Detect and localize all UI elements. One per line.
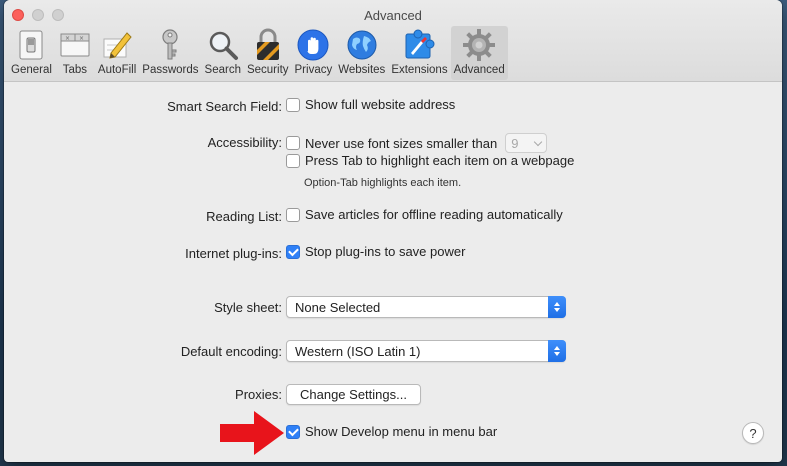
safari-preferences-window: Advanced General × × Tabs AutoFill Passw… [4, 0, 782, 462]
style-sheet-label: Style sheet: [214, 300, 282, 315]
tab-extensions[interactable]: Extensions [388, 26, 450, 80]
puzzle-icon [402, 28, 436, 62]
min-font-size-option[interactable]: Never use font sizes smaller than 9 [286, 133, 548, 153]
tab-search[interactable]: Search [202, 26, 244, 80]
accessibility-label: Accessibility: [207, 135, 282, 150]
padlock-icon [251, 28, 285, 62]
tab-highlight-row: Press Tab to highlight each item on a we… [4, 153, 782, 173]
reading-list-row: Reading List: Save articles for offline … [4, 207, 782, 227]
encoding-select[interactable]: Western (ISO Latin 1) [286, 340, 566, 362]
tabs-icon: × × [58, 28, 92, 62]
svg-text:×: × [65, 35, 70, 42]
globe-icon [345, 28, 379, 62]
show-full-address-option[interactable]: Show full website address [286, 97, 455, 112]
autofill-pencil-icon [100, 28, 134, 62]
advanced-settings-pane: Smart Search Field: Show full website ad… [4, 83, 782, 462]
min-font-size-checkbox[interactable] [286, 136, 300, 150]
hand-icon [296, 28, 330, 62]
tab-advanced[interactable]: Advanced [450, 26, 508, 80]
preferences-toolbar: General × × Tabs AutoFill Passwords Sear… [8, 26, 508, 80]
show-develop-menu-checkbox[interactable] [286, 424, 300, 439]
reading-list-label: Reading List: [206, 209, 282, 224]
help-button[interactable]: ? [742, 422, 764, 444]
gear-icon [462, 28, 496, 62]
stop-plugins-option[interactable]: Stop plug-ins to save power [286, 244, 465, 259]
title-bar: Advanced General × × Tabs AutoFill Passw… [4, 0, 782, 82]
tab-websites[interactable]: Websites [335, 26, 388, 80]
tab-passwords[interactable]: Passwords [139, 26, 201, 80]
offline-reading-option[interactable]: Save articles for offline reading automa… [286, 207, 563, 222]
tab-security[interactable]: Security [244, 26, 292, 80]
general-switch-icon [14, 28, 48, 62]
style-sheet-select[interactable]: None Selected [286, 296, 566, 318]
proxies-label: Proxies: [235, 387, 282, 402]
svg-text:×: × [79, 35, 84, 42]
offline-reading-checkbox[interactable] [286, 207, 300, 222]
chevron-down-icon [533, 137, 543, 146]
accessibility-row: Accessibility: Never use font sizes smal… [4, 133, 782, 153]
change-proxy-settings-button[interactable]: Change Settings... [286, 384, 421, 405]
stepper-arrows-icon [548, 296, 566, 318]
magnifier-icon [206, 28, 240, 62]
tab-autofill[interactable]: AutoFill [95, 26, 139, 80]
plugins-label: Internet plug-ins: [185, 246, 282, 261]
encoding-label: Default encoding: [180, 344, 282, 359]
tab-privacy[interactable]: Privacy [292, 26, 336, 80]
smart-search-label: Smart Search Field: [167, 99, 282, 114]
window-title: Advanced [364, 8, 422, 23]
min-font-size-select[interactable]: 9 [505, 133, 548, 153]
tab-highlight-option[interactable]: Press Tab to highlight each item on a we… [286, 153, 574, 168]
tab-general[interactable]: General [8, 26, 55, 80]
show-develop-menu-option[interactable]: Show Develop menu in menu bar [286, 424, 497, 439]
smart-search-row: Smart Search Field: Show full website ad… [4, 97, 782, 117]
stepper-arrows-icon [548, 340, 566, 362]
tab-highlight-checkbox[interactable] [286, 153, 300, 168]
option-tab-hint: Option-Tab highlights each item. [304, 177, 462, 189]
show-full-address-checkbox[interactable] [286, 97, 300, 112]
develop-row: Show Develop menu in menu bar [4, 424, 782, 444]
tab-tabs[interactable]: × × Tabs [55, 26, 95, 80]
stop-plugins-checkbox[interactable] [286, 244, 300, 259]
plugins-row: Internet plug-ins: Stop plug-ins to save… [4, 244, 782, 264]
key-icon [153, 28, 187, 62]
